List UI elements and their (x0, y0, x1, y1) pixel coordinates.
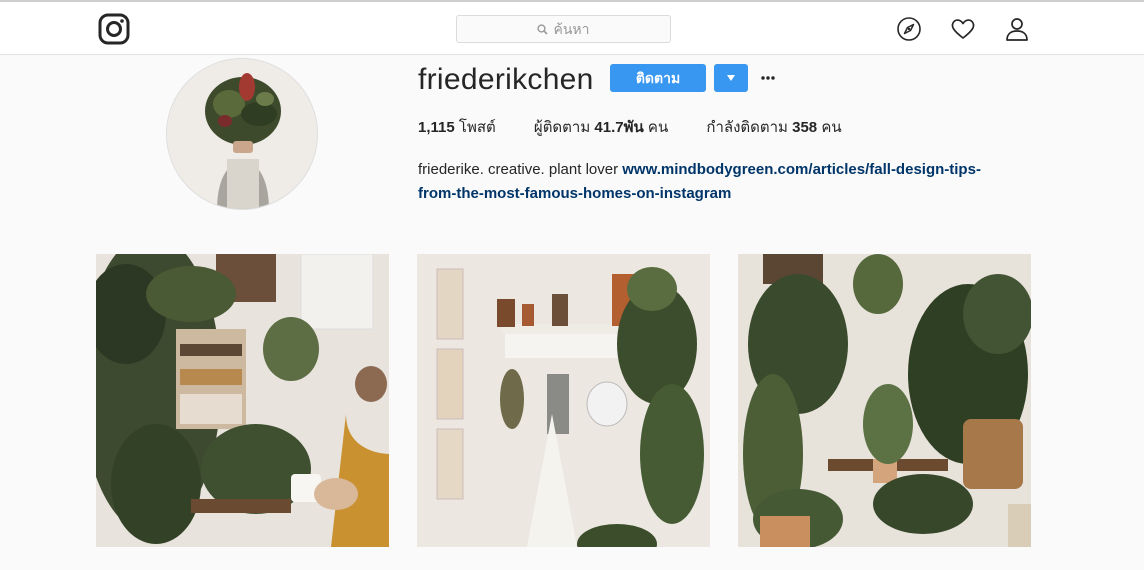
chevron-down-icon (727, 75, 735, 81)
following-stat[interactable]: กำลังติดตาม 358 คน (706, 119, 841, 136)
search-icon (537, 23, 549, 35)
search-input[interactable]: ค้นหา (456, 15, 671, 43)
following-label: กำลังติดตาม (706, 119, 788, 136)
posts-count: 1,115 (418, 119, 455, 136)
followers-unit: คน (647, 119, 669, 136)
profile-stats: 1,115 โพสต์ ผู้ติดตาม 41.7พัน คน กำลังติ… (418, 118, 876, 138)
posts-stat: 1,115 โพสต์ (418, 119, 496, 136)
profile-username: friederikchen (418, 63, 594, 96)
top-navbar: ค้นหา (0, 2, 1144, 55)
post-thumbnail[interactable] (96, 254, 389, 547)
follow-button[interactable]: ติดตาม (610, 64, 706, 92)
post-thumbnail[interactable] (738, 254, 1031, 547)
followers-label: ผู้ติดตาม (533, 119, 591, 136)
post-thumbnail[interactable] (417, 254, 710, 547)
instagram-camera-icon[interactable] (98, 13, 130, 45)
follow-dropdown-button[interactable] (714, 64, 748, 92)
heart-icon[interactable] (950, 16, 976, 42)
following-unit: คน (821, 119, 842, 136)
bio-text: friederike. creative. plant lover (418, 161, 619, 178)
compass-icon[interactable] (896, 16, 922, 42)
followers-stat[interactable]: ผู้ติดตาม 41.7พัน คน (534, 119, 668, 136)
more-options-icon[interactable] (760, 66, 776, 90)
user-icon[interactable] (1004, 16, 1030, 42)
posts-label: โพสต์ (458, 119, 496, 136)
profile-avatar[interactable] (166, 58, 318, 210)
avatar-photo (167, 59, 317, 209)
search-placeholder: ค้นหา (553, 21, 590, 37)
post-image-plants-woman (96, 254, 389, 547)
followers-count: 41.7พัน (594, 119, 644, 136)
post-image-plant-corner (738, 254, 1031, 547)
post-image-kitchen-shelf (417, 254, 710, 547)
profile-bio: friederike. creative. plant lover www.mi… (418, 158, 1018, 206)
following-count: 358 (792, 119, 818, 136)
